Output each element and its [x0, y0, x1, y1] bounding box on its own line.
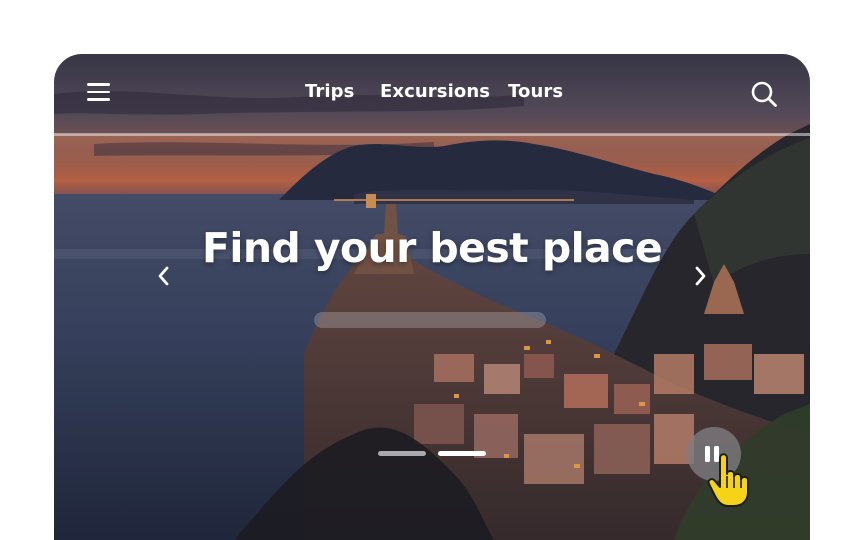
carousel-pagination: [378, 451, 488, 459]
hand-pointer-cursor-icon: [707, 453, 749, 507]
chevron-left-icon[interactable]: [154, 264, 174, 288]
main-navigation: Trips Excursions Tours: [54, 80, 810, 106]
chevron-right-icon[interactable]: [690, 264, 710, 288]
top-navigation-divider: [54, 133, 810, 136]
nav-item-trips[interactable]: Trips: [305, 80, 354, 104]
carousel-dot-2-active[interactable]: [438, 451, 486, 456]
search-icon[interactable]: [750, 80, 778, 108]
hero-subtitle-placeholder: [314, 312, 546, 328]
top-navigation-bar: Trips Excursions Tours: [54, 54, 810, 134]
nav-item-excursions[interactable]: Excursions: [380, 80, 490, 104]
carousel-dot-1[interactable]: [378, 451, 426, 456]
hero-carousel: Trips Excursions Tours Find your best pl…: [54, 54, 810, 540]
nav-item-tours[interactable]: Tours: [508, 80, 563, 104]
